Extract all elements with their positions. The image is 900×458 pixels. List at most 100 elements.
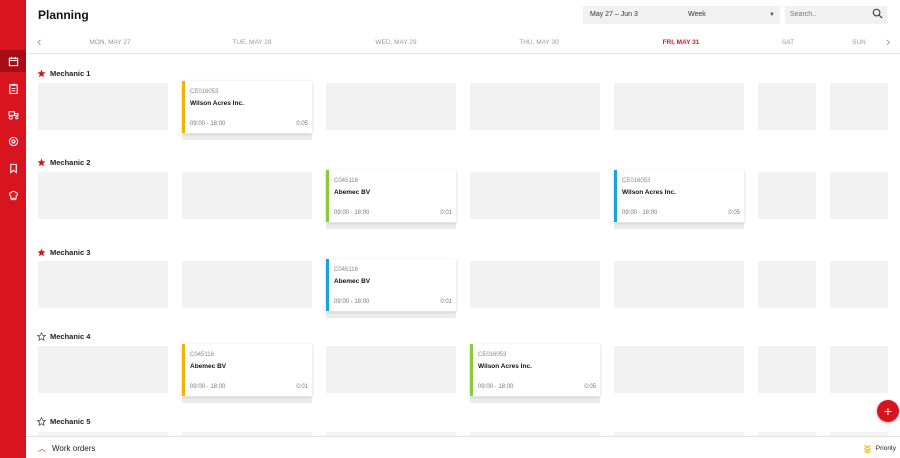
view-select-value: Week [688, 11, 706, 18]
job-customer: Abemec BV [334, 189, 371, 196]
add-button[interactable]: + [877, 400, 899, 422]
empty-slot[interactable] [830, 261, 888, 308]
work-orders-label: Work orders [52, 444, 96, 453]
mechanic-name: Mechanic 1 [50, 69, 91, 78]
job-time: 09:00 - 18:00 [334, 210, 370, 216]
job-duration: 0:01 [440, 210, 452, 216]
empty-slot[interactable] [614, 83, 744, 130]
mechanic-name: Mechanic 4 [50, 332, 91, 341]
mechanic-row-label[interactable]: Mechanic 3 [37, 248, 90, 257]
sidebar-item-mechanics[interactable] [0, 184, 26, 206]
day-header-1: TUE, MAY 28 [232, 39, 272, 46]
empty-slot[interactable] [38, 346, 168, 393]
mechanic-row-label[interactable]: Mechanic 5 [37, 417, 90, 426]
previous-week-button[interactable]: ‹ [37, 35, 41, 49]
star-outline-icon[interactable] [37, 417, 46, 426]
header: Planning May 27 – Jun 3 Week ▼ [26, 0, 900, 30]
day-header-3: THU, MAY 30 [519, 39, 559, 46]
calendar-icon [8, 56, 18, 66]
job-customer: Abemec BV [190, 363, 227, 370]
empty-slot[interactable] [470, 172, 600, 219]
day-header-bar: ‹ › MON, MAY 27 TUE, MAY 28 WED, MAY 29 THU… [26, 30, 900, 54]
job-card-shadow [470, 397, 600, 403]
job-card[interactable]: C045116 Abemec BV 09:00 - 18:00 0:01 [326, 259, 456, 311]
job-card-shadow [182, 397, 312, 403]
star-filled-icon[interactable] [37, 158, 46, 167]
empty-slot[interactable] [614, 261, 744, 308]
day-header-2: WED, MAY 29 [375, 39, 417, 46]
empty-slot[interactable] [758, 346, 816, 393]
job-duration: 0:05 [728, 210, 740, 216]
empty-slot[interactable] [758, 261, 816, 308]
view-select[interactable]: Week ▼ [684, 6, 780, 24]
empty-slot[interactable] [182, 172, 312, 219]
empty-slot[interactable] [182, 261, 312, 308]
empty-slot[interactable] [830, 172, 888, 219]
tractor-icon [7, 110, 19, 120]
star-filled-icon[interactable] [37, 248, 46, 257]
day-header-4: FRI, MAY 31 [662, 39, 700, 46]
job-code: C045116 [190, 352, 214, 358]
job-time: 09:00 - 18:00 [622, 210, 658, 216]
sidebar-item-workorders[interactable] [0, 77, 26, 99]
empty-slot[interactable] [38, 83, 168, 130]
empty-slot[interactable] [830, 83, 888, 130]
caret-down-icon: ▼ [769, 12, 775, 18]
job-duration: 0:01 [296, 384, 308, 390]
job-duration: 0:05 [296, 121, 308, 127]
priority-icon [863, 445, 871, 453]
empty-slot[interactable] [38, 172, 168, 219]
sidebar-item-machines[interactable] [0, 103, 26, 125]
job-code: CE016053 [622, 178, 651, 184]
job-time: 09:00 - 18:00 [478, 384, 514, 390]
job-card[interactable]: C045116 Abemec BV 09:00 - 18:00 0:01 [326, 170, 456, 222]
job-card-shadow [614, 223, 744, 229]
sidebar [0, 0, 26, 458]
job-customer: Abemec BV [334, 278, 371, 285]
job-duration: 0:05 [584, 384, 596, 390]
bookmark-icon [9, 163, 17, 174]
page-title: Planning [38, 8, 89, 22]
sidebar-item-calendar[interactable] [0, 50, 26, 72]
empty-slot[interactable] [470, 83, 600, 130]
mechanic-name: Mechanic 3 [50, 248, 91, 257]
job-customer: Wilson Acres Inc. [190, 100, 244, 107]
footer-bar: ︿ Work orders Priority [26, 436, 900, 458]
priority-legend[interactable]: Priority [863, 444, 896, 453]
empty-slot[interactable] [38, 261, 168, 308]
star-filled-icon[interactable] [37, 69, 46, 78]
job-duration: 0:01 [440, 299, 452, 305]
job-card[interactable]: CE016053 Wilson Acres Inc. 09:00 - 18:00 0:… [614, 170, 744, 222]
empty-slot[interactable] [830, 346, 888, 393]
empty-slot[interactable] [758, 83, 816, 130]
job-card[interactable]: C045116 Abemec BV 09:00 - 18:00 0:01 [182, 344, 312, 396]
job-time: 09:00 - 18:00 [334, 299, 370, 305]
day-header-0: MON, MAY 27 [89, 39, 131, 46]
clipboard-icon [8, 83, 18, 94]
job-customer: Wilson Acres Inc. [478, 363, 532, 370]
job-card[interactable]: CE016053 Wilson Acres Inc. 09:00 - 18:00 0:… [182, 81, 312, 133]
empty-slot[interactable] [326, 346, 456, 393]
sidebar-item-settings[interactable] [0, 130, 26, 152]
chevron-up-icon: ︿ [38, 444, 46, 453]
mechanic-row-label[interactable]: Mechanic 4 [37, 332, 90, 341]
empty-slot[interactable] [758, 172, 816, 219]
mechanic-name: Mechanic 5 [50, 417, 91, 426]
mechanic-row-label[interactable]: Mechanic 2 [37, 158, 90, 167]
job-code: CE016053 [190, 89, 219, 95]
star-outline-icon[interactable] [37, 332, 46, 341]
settings-icon [8, 136, 18, 146]
day-header-5: SAT [781, 39, 795, 46]
priority-label: Priority [875, 445, 896, 452]
sidebar-item-bookmarks[interactable] [0, 157, 26, 179]
chef-icon [8, 190, 18, 200]
job-code: C045116 [334, 267, 358, 273]
job-card[interactable]: CE016053 Wilson Acres Inc. 09:00 - 18:00 0:… [470, 344, 600, 396]
empty-slot[interactable] [470, 261, 600, 308]
mechanic-row-label[interactable]: Mechanic 1 [37, 69, 90, 78]
job-card-shadow [326, 312, 456, 318]
empty-slot[interactable] [614, 346, 744, 393]
empty-slot[interactable] [326, 83, 456, 130]
search-icon[interactable] [872, 8, 883, 19]
work-orders-toggle[interactable]: ︿ Work orders [38, 443, 95, 454]
